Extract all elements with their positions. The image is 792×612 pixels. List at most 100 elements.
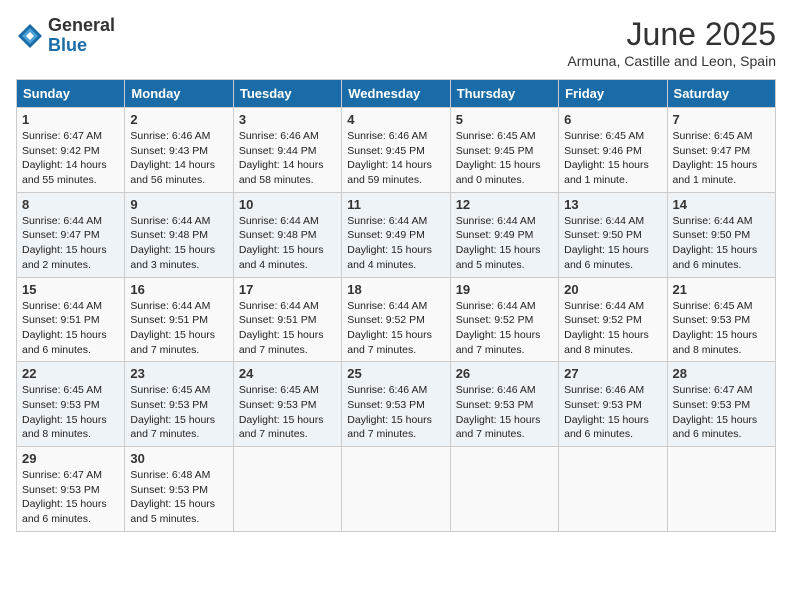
calendar-week-row: 1 Sunrise: 6:47 AM Sunset: 9:42 PM Daylig… [17,108,776,193]
day-header-sunday: Sunday [17,80,125,108]
day-number: 27 [564,366,661,381]
calendar-table: SundayMondayTuesdayWednesdayThursdayFrid… [16,79,776,532]
day-info: Sunrise: 6:44 AM Sunset: 9:48 PM Dayligh… [239,214,336,273]
calendar-cell: 2 Sunrise: 6:46 AM Sunset: 9:43 PM Daylig… [125,108,233,193]
calendar-cell: 23 Sunrise: 6:45 AM Sunset: 9:53 PM Dayli… [125,362,233,447]
day-info: Sunrise: 6:44 AM Sunset: 9:47 PM Dayligh… [22,214,119,273]
calendar-cell: 17Sunrise: 6:44 AM Sunset: 9:51 PM Dayli… [233,277,341,362]
calendar-cell: 7Sunrise: 6:45 AM Sunset: 9:47 PM Daylig… [667,108,775,193]
day-number: 4 [347,112,444,127]
day-info: Sunrise: 6:47 AM Sunset: 9:42 PM Dayligh… [22,129,119,188]
day-number: 11 [347,197,444,212]
day-number: 14 [673,197,770,212]
calendar-cell: 26Sunrise: 6:46 AM Sunset: 9:53 PM Dayli… [450,362,558,447]
calendar-cell: 4 Sunrise: 6:46 AM Sunset: 9:45 PM Daylig… [342,108,450,193]
calendar-week-row: 8 Sunrise: 6:44 AM Sunset: 9:47 PM Daylig… [17,192,776,277]
day-number: 18 [347,282,444,297]
day-info: Sunrise: 6:44 AM Sunset: 9:51 PM Dayligh… [130,299,227,358]
day-info: Sunrise: 6:44 AM Sunset: 9:48 PM Dayligh… [130,214,227,273]
calendar-cell: 3Sunrise: 6:46 AM Sunset: 9:44 PM Daylig… [233,108,341,193]
day-number: 6 [564,112,661,127]
calendar-cell: 24 Sunrise: 6:45 AM Sunset: 9:53 PM Dayli… [233,362,341,447]
calendar-cell [450,447,558,532]
day-number: 28 [673,366,770,381]
day-number: 22 [22,366,119,381]
day-info: Sunrise: 6:45 AM Sunset: 9:53 PM Dayligh… [130,383,227,442]
day-number: 5 [456,112,553,127]
calendar-cell: 16Sunrise: 6:44 AM Sunset: 9:51 PM Dayli… [125,277,233,362]
day-header-wednesday: Wednesday [342,80,450,108]
day-number: 25 [347,366,444,381]
title-area: June 2025 Armuna, Castille and Leon, Spa… [567,16,776,69]
day-header-monday: Monday [125,80,233,108]
calendar-week-row: 29 Sunrise: 6:47 AM Sunset: 9:53 PM Dayli… [17,447,776,532]
calendar-cell [342,447,450,532]
calendar-cell: 11Sunrise: 6:44 AM Sunset: 9:49 PM Dayli… [342,192,450,277]
day-number: 7 [673,112,770,127]
logo-blue-text: Blue [48,35,87,55]
day-number: 30 [130,451,227,466]
day-number: 21 [673,282,770,297]
calendar-cell: 9Sunrise: 6:44 AM Sunset: 9:48 PM Daylig… [125,192,233,277]
day-info: Sunrise: 6:47 AM Sunset: 9:53 PM Dayligh… [673,383,770,442]
day-number: 20 [564,282,661,297]
logo: General Blue [16,16,115,56]
day-info: Sunrise: 6:44 AM Sunset: 9:52 PM Dayligh… [456,299,553,358]
day-number: 24 [239,366,336,381]
calendar-cell [233,447,341,532]
day-info: Sunrise: 6:44 AM Sunset: 9:52 PM Dayligh… [564,299,661,358]
calendar-cell: 14 Sunrise: 6:44 AM Sunset: 9:50 PM Dayli… [667,192,775,277]
calendar-cell: 5Sunrise: 6:45 AM Sunset: 9:45 PM Daylig… [450,108,558,193]
day-info: Sunrise: 6:44 AM Sunset: 9:51 PM Dayligh… [22,299,119,358]
day-number: 2 [130,112,227,127]
calendar-cell: 28 Sunrise: 6:47 AM Sunset: 9:53 PM Dayli… [667,362,775,447]
day-info: Sunrise: 6:46 AM Sunset: 9:53 PM Dayligh… [564,383,661,442]
day-info: Sunrise: 6:45 AM Sunset: 9:53 PM Dayligh… [239,383,336,442]
day-header-tuesday: Tuesday [233,80,341,108]
location-subtitle: Armuna, Castille and Leon, Spain [567,53,776,69]
day-number: 3 [239,112,336,127]
day-number: 19 [456,282,553,297]
day-info: Sunrise: 6:44 AM Sunset: 9:50 PM Dayligh… [673,214,770,273]
calendar-week-row: 22 Sunrise: 6:45 AM Sunset: 9:53 PM Dayli… [17,362,776,447]
calendar-cell: 15Sunrise: 6:44 AM Sunset: 9:51 PM Dayli… [17,277,125,362]
calendar-cell: 12 Sunrise: 6:44 AM Sunset: 9:49 PM Dayli… [450,192,558,277]
calendar-cell: 27 Sunrise: 6:46 AM Sunset: 9:53 PM Dayli… [559,362,667,447]
day-info: Sunrise: 6:44 AM Sunset: 9:50 PM Dayligh… [564,214,661,273]
month-title: June 2025 [567,16,776,53]
calendar-cell: 25 Sunrise: 6:46 AM Sunset: 9:53 PM Dayli… [342,362,450,447]
calendar-cell: 1 Sunrise: 6:47 AM Sunset: 9:42 PM Daylig… [17,108,125,193]
calendar-week-row: 15Sunrise: 6:44 AM Sunset: 9:51 PM Dayli… [17,277,776,362]
calendar-cell: 13 Sunrise: 6:44 AM Sunset: 9:50 PM Dayli… [559,192,667,277]
day-info: Sunrise: 6:46 AM Sunset: 9:53 PM Dayligh… [456,383,553,442]
calendar-cell: 21 Sunrise: 6:45 AM Sunset: 9:53 PM Dayli… [667,277,775,362]
day-info: Sunrise: 6:45 AM Sunset: 9:53 PM Dayligh… [22,383,119,442]
calendar-cell: 6 Sunrise: 6:45 AM Sunset: 9:46 PM Daylig… [559,108,667,193]
page-header: General Blue June 2025 Armuna, Castille … [16,16,776,69]
calendar-cell: 10 Sunrise: 6:44 AM Sunset: 9:48 PM Dayli… [233,192,341,277]
day-number: 1 [22,112,119,127]
day-number: 13 [564,197,661,212]
day-info: Sunrise: 6:44 AM Sunset: 9:49 PM Dayligh… [456,214,553,273]
day-info: Sunrise: 6:45 AM Sunset: 9:53 PM Dayligh… [673,299,770,358]
day-info: Sunrise: 6:47 AM Sunset: 9:53 PM Dayligh… [22,468,119,527]
day-number: 29 [22,451,119,466]
day-header-friday: Friday [559,80,667,108]
day-number: 8 [22,197,119,212]
day-info: Sunrise: 6:44 AM Sunset: 9:52 PM Dayligh… [347,299,444,358]
day-info: Sunrise: 6:46 AM Sunset: 9:53 PM Dayligh… [347,383,444,442]
day-number: 12 [456,197,553,212]
calendar-cell: 30 Sunrise: 6:48 AM Sunset: 9:53 PM Dayli… [125,447,233,532]
day-number: 10 [239,197,336,212]
calendar-cell: 8 Sunrise: 6:44 AM Sunset: 9:47 PM Daylig… [17,192,125,277]
day-info: Sunrise: 6:46 AM Sunset: 9:43 PM Dayligh… [130,129,227,188]
day-info: Sunrise: 6:45 AM Sunset: 9:46 PM Dayligh… [564,129,661,188]
calendar-cell [559,447,667,532]
calendar-header-row: SundayMondayTuesdayWednesdayThursdayFrid… [17,80,776,108]
calendar-cell: 22 Sunrise: 6:45 AM Sunset: 9:53 PM Dayli… [17,362,125,447]
logo-general-text: General [48,15,115,35]
day-info: Sunrise: 6:46 AM Sunset: 9:45 PM Dayligh… [347,129,444,188]
day-number: 23 [130,366,227,381]
day-info: Sunrise: 6:48 AM Sunset: 9:53 PM Dayligh… [130,468,227,527]
calendar-cell: 29 Sunrise: 6:47 AM Sunset: 9:53 PM Dayli… [17,447,125,532]
